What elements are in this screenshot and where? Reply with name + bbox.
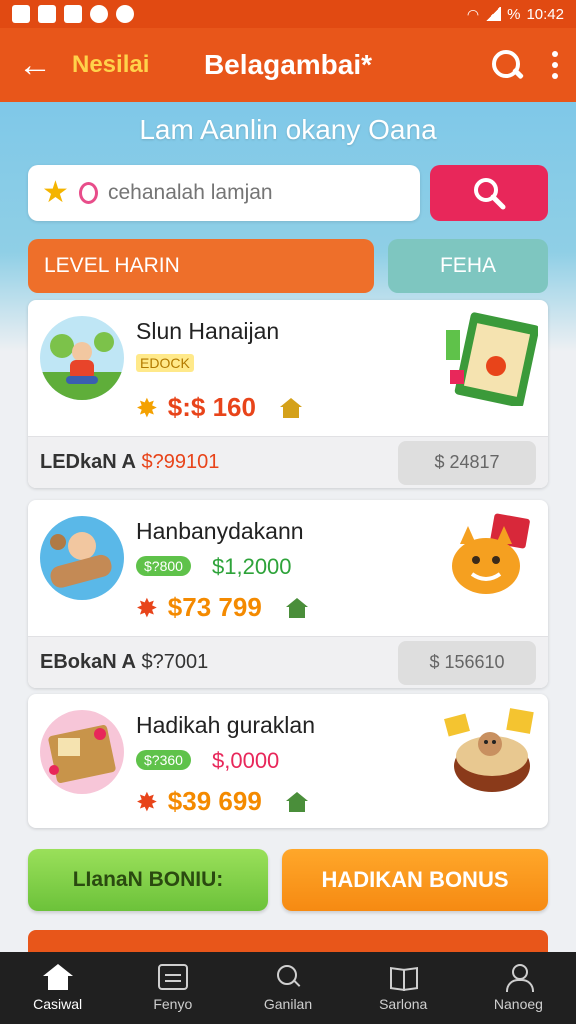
home-icon bbox=[285, 597, 308, 618]
nav-item-fenyo[interactable]: Fenyo bbox=[115, 952, 230, 1024]
gallery-notification-icon bbox=[12, 5, 30, 23]
search-icon bbox=[474, 178, 506, 210]
star-icon: ✸ bbox=[136, 392, 158, 423]
user-icon bbox=[503, 964, 535, 992]
status-bar: ◠ % 10:42 bbox=[0, 0, 576, 28]
at-sign-icon bbox=[78, 182, 98, 204]
star-icon: ✸ bbox=[136, 592, 158, 623]
star-icon: ✸ bbox=[136, 786, 158, 817]
clock: 10:42 bbox=[526, 5, 564, 23]
card-sub-value-button[interactable]: $ 24817 bbox=[398, 440, 536, 485]
search-icon bbox=[273, 964, 303, 990]
product-card[interactable]: Slun Hanaijan EDOCK ✸ $:$ 160 LEDkaN A $… bbox=[28, 300, 548, 488]
star-badge-icon: ★ bbox=[42, 176, 69, 209]
card-sub-label: EBokaN A $?7001 bbox=[40, 651, 209, 673]
search-button[interactable] bbox=[430, 165, 548, 221]
nav-item-nanoeg[interactable]: Nanoeg bbox=[461, 952, 576, 1024]
card-tag: EDOCK bbox=[136, 354, 194, 372]
app-bar: ← Nesilai Belagambai* bbox=[0, 28, 576, 102]
tab-level[interactable]: LEVEL HARIN bbox=[28, 239, 374, 293]
card-sub-row: LEDkaN A $?99101 $ 24817 bbox=[28, 436, 548, 488]
nav-label: Fenyo bbox=[153, 996, 193, 1012]
product-avatar bbox=[40, 710, 124, 794]
card-sub-value-button[interactable]: $ 156610 bbox=[398, 640, 536, 685]
discount-pill: $?360 bbox=[136, 750, 191, 770]
food-bowl-product-image bbox=[442, 704, 538, 800]
more-options-icon[interactable] bbox=[552, 51, 558, 79]
book-product-image bbox=[442, 310, 540, 408]
nav-item-sarlona[interactable]: Sarlona bbox=[346, 952, 461, 1024]
nav-label: Nanoeg bbox=[493, 996, 543, 1012]
home-icon bbox=[42, 964, 73, 990]
card-price: $:$ 160 bbox=[167, 392, 256, 422]
product-avatar bbox=[40, 516, 124, 600]
product-card[interactable]: Hadikah guraklan $?360 $,0000 ✸ $39 699 bbox=[28, 694, 548, 828]
search-field[interactable]: ★ bbox=[28, 165, 420, 221]
wifi-icon: ◠ bbox=[466, 5, 480, 22]
nav-label: Sarlona bbox=[379, 996, 428, 1012]
product-avatar bbox=[40, 316, 124, 400]
book-icon bbox=[388, 964, 418, 990]
search-input[interactable] bbox=[108, 181, 406, 205]
search-row: ★ bbox=[28, 165, 548, 221]
card-price: $73 799 bbox=[167, 592, 262, 622]
discount-pill: $?800 bbox=[136, 556, 191, 576]
tab-bar: LEVEL HARIN FEHA bbox=[28, 239, 548, 293]
card-title: Hanbanydakann bbox=[136, 518, 304, 544]
pill-price: $1,2000 bbox=[212, 554, 292, 579]
camera-notification-icon bbox=[64, 5, 82, 23]
gift-box-icon bbox=[157, 964, 188, 990]
card-title: Hadikah guraklan bbox=[136, 712, 316, 738]
home-icon bbox=[279, 397, 302, 418]
card-sub-row: EBokaN A $?7001 $ 156610 bbox=[28, 636, 548, 688]
nav-label: Casiwal bbox=[33, 996, 83, 1012]
nav-item-casiwal[interactable]: Casiwal bbox=[0, 952, 115, 1024]
dog-plush-product-image bbox=[442, 510, 538, 606]
signal-icon bbox=[485, 7, 502, 21]
battery-icon: % bbox=[507, 5, 521, 23]
notification-icons bbox=[12, 5, 134, 23]
home-icon bbox=[285, 791, 308, 812]
nav-item-ganilan[interactable]: Ganilan bbox=[230, 952, 345, 1024]
claim-bonus-button[interactable]: LIanaN BONIU: bbox=[28, 849, 268, 911]
card-price: $39 699 bbox=[167, 786, 262, 816]
app-notification-icon bbox=[116, 5, 134, 23]
app-subtitle: Nesilai bbox=[72, 51, 150, 78]
tab-feha[interactable]: FEHA bbox=[388, 239, 548, 293]
face-notification-icon bbox=[90, 5, 108, 23]
music-notification-icon bbox=[38, 5, 56, 23]
bottom-navigation: Casiwal Fenyo Ganilan Sarlona Nanoeg bbox=[0, 952, 576, 1024]
hadikan-bonus-button[interactable]: HADIKAN BONUS bbox=[282, 849, 548, 911]
back-button[interactable]: ← bbox=[18, 48, 62, 82]
card-sub-label: LEDkaN A $?99101 bbox=[40, 451, 220, 473]
card-title: Slun Hanaijan bbox=[136, 318, 280, 344]
search-icon[interactable] bbox=[490, 48, 524, 82]
pill-price: $,0000 bbox=[212, 748, 280, 773]
bonus-row: LIanaN BONIU: HADIKAN BONUS bbox=[28, 849, 548, 911]
nav-label: Ganilan bbox=[263, 996, 313, 1012]
product-card[interactable]: Hanbanydakann $?800 $1,2000 ✸ $73 799 EB… bbox=[28, 500, 548, 688]
system-icons: ◠ % 10:42 bbox=[467, 6, 564, 23]
page-headline: Lam Aanlin okany Oana bbox=[139, 114, 437, 145]
